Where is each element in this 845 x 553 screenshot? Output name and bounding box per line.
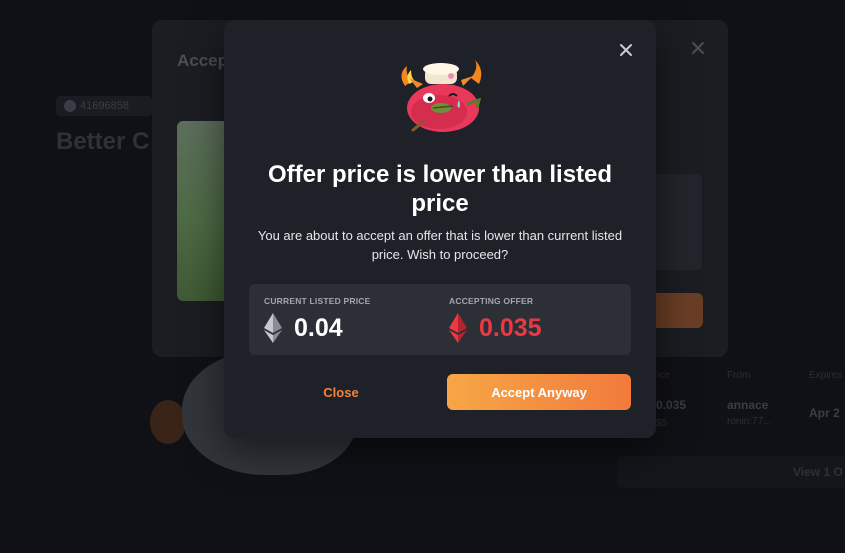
ethereum-icon xyxy=(449,313,467,343)
accepting-offer-value: 0.035 xyxy=(479,314,542,342)
column-header-from: From xyxy=(727,370,751,381)
modal-description: You are about to accept an offer that is… xyxy=(257,228,623,262)
modal-title: Offer price is lower than listed price xyxy=(267,161,613,217)
accept-anyway-button[interactable]: Accept Anyway xyxy=(447,374,631,410)
asset-id-text: 41696858 xyxy=(80,100,129,112)
asset-id-badge: 41696858 xyxy=(56,96,152,116)
offer-row-from-address: ronin:77... xyxy=(727,416,772,427)
offer-row-price-usd: $5 xyxy=(656,418,668,429)
asset-title: Better C xyxy=(56,128,150,155)
current-listed-price-value: 0.04 xyxy=(294,314,343,342)
creature-ear-shape xyxy=(150,400,186,444)
offer-row-expires: Apr 2 xyxy=(809,406,840,420)
accepting-offer-label: ACCEPTING OFFER xyxy=(449,296,534,306)
accepting-offer-price: ACCEPTING OFFER 0.035 xyxy=(449,296,542,343)
axie-mascot-icon xyxy=(393,56,489,136)
app-stage: 41696858 Better C Price From Expires 0.0… xyxy=(0,0,845,553)
column-header-expires: Expires xyxy=(809,370,843,381)
close-icon[interactable] xyxy=(616,40,636,60)
current-listed-price: CURRENT LISTED PRICE 0.04 xyxy=(264,296,370,343)
offer-details-panel xyxy=(654,174,702,270)
offer-row-price: 0.035 xyxy=(656,398,687,412)
accept-modal-title: Accept xyxy=(177,51,231,70)
view-all-offers-button[interactable]: View 1 O xyxy=(617,456,845,488)
asset-id-icon xyxy=(64,100,76,112)
close-icon[interactable] xyxy=(690,40,706,56)
accept-button-background[interactable] xyxy=(654,293,703,328)
offer-row-from[interactable]: annace xyxy=(727,398,797,412)
price-comparison-panel: CURRENT LISTED PRICE 0.04 ACCEPTING OFFE… xyxy=(249,284,631,355)
current-listed-price-label: CURRENT LISTED PRICE xyxy=(264,296,371,306)
close-button[interactable]: Close xyxy=(272,374,410,410)
lower-offer-warning-modal: Offer price is lower than listed price Y… xyxy=(224,20,656,438)
ethereum-icon xyxy=(264,313,282,343)
